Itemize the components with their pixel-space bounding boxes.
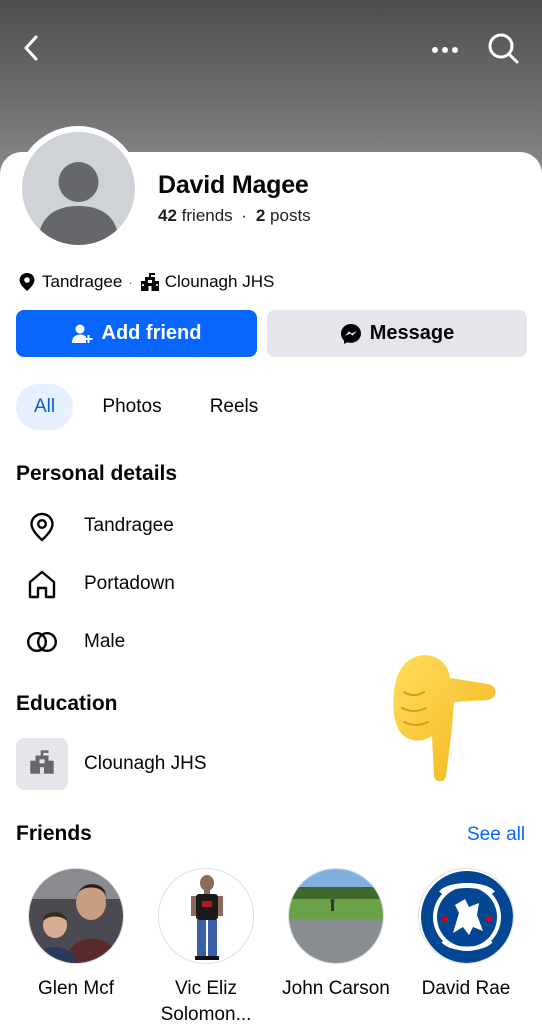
tab-photos[interactable]: Photos xyxy=(92,384,172,430)
friend-name: John Carson xyxy=(282,978,390,999)
education-icon-box[interactable] xyxy=(16,738,68,790)
posts-label[interactable]: posts xyxy=(270,206,311,225)
detail-label-hometown: Portadown xyxy=(84,573,175,594)
friends-label[interactable]: friends xyxy=(182,206,233,225)
friend-name: Glen Mcf xyxy=(37,978,115,999)
location-pin-icon xyxy=(16,271,38,293)
friend-name: Vic Eliz Solomon... xyxy=(160,978,252,1024)
message-button[interactable]: Message xyxy=(267,310,527,357)
home-icon xyxy=(22,564,62,604)
back-button[interactable] xyxy=(10,28,54,72)
see-all-friends-link[interactable]: See all xyxy=(467,824,525,846)
friends-count[interactable]: 42 xyxy=(158,206,177,225)
profile-stats: 42 friends · 2 posts xyxy=(158,206,311,226)
friend-avatar xyxy=(28,868,124,964)
more-button[interactable] xyxy=(423,28,467,72)
friend-card[interactable]: David Rae xyxy=(406,868,526,1002)
messenger-icon xyxy=(340,323,362,345)
detail-row-gender[interactable] xyxy=(22,622,62,662)
friend-avatar xyxy=(418,868,514,964)
personal-details-title: Personal details xyxy=(16,462,178,485)
stats-separator: · xyxy=(241,206,248,225)
intro-separator: · xyxy=(128,274,133,290)
location-pin-icon xyxy=(22,507,62,547)
gender-rings-icon xyxy=(22,622,62,662)
profile-name: David Magee xyxy=(158,171,309,199)
message-label: Message xyxy=(369,322,455,344)
tab-all[interactable]: All xyxy=(16,384,73,430)
club-crest-image xyxy=(419,869,513,963)
posts-count[interactable]: 2 xyxy=(256,206,265,225)
pointing-down-hand-emoji xyxy=(388,652,498,782)
add-person-icon xyxy=(71,324,94,344)
friends-title: Friends xyxy=(16,822,92,845)
school-icon xyxy=(139,271,161,293)
detail-label-location: Tandragee xyxy=(84,515,174,536)
friend-avatar xyxy=(288,868,384,964)
friend-name: David Rae xyxy=(421,978,511,999)
more-horizontal-icon xyxy=(431,41,459,59)
search-icon xyxy=(486,31,520,70)
education-title: Education xyxy=(16,692,118,715)
tab-reels[interactable]: Reels xyxy=(200,384,268,430)
school-icon xyxy=(29,749,55,780)
default-person-icon xyxy=(38,162,119,245)
education-label[interactable]: Clounagh JHS xyxy=(84,753,207,775)
detail-row-hometown[interactable] xyxy=(22,564,62,604)
detail-row-location[interactable] xyxy=(22,507,62,547)
friend-card[interactable]: Vic Eliz Solomon... xyxy=(146,868,266,1024)
friend-card[interactable]: Glen Mcf xyxy=(16,868,136,1002)
add-friend-button[interactable]: Add friend xyxy=(16,310,257,357)
chevron-left-icon xyxy=(21,35,43,66)
avatar[interactable] xyxy=(22,132,135,245)
profile-intro-row: Tandragee · Clounagh JHS xyxy=(16,270,274,294)
intro-location: Tandragee xyxy=(42,272,123,291)
friend-card[interactable]: John Carson xyxy=(276,868,396,1002)
search-button[interactable] xyxy=(481,28,525,72)
friend-avatar xyxy=(158,868,254,964)
add-friend-label: Add friend xyxy=(101,322,202,344)
detail-label-gender: Male xyxy=(84,631,126,652)
intro-school: Clounagh JHS xyxy=(164,272,275,291)
